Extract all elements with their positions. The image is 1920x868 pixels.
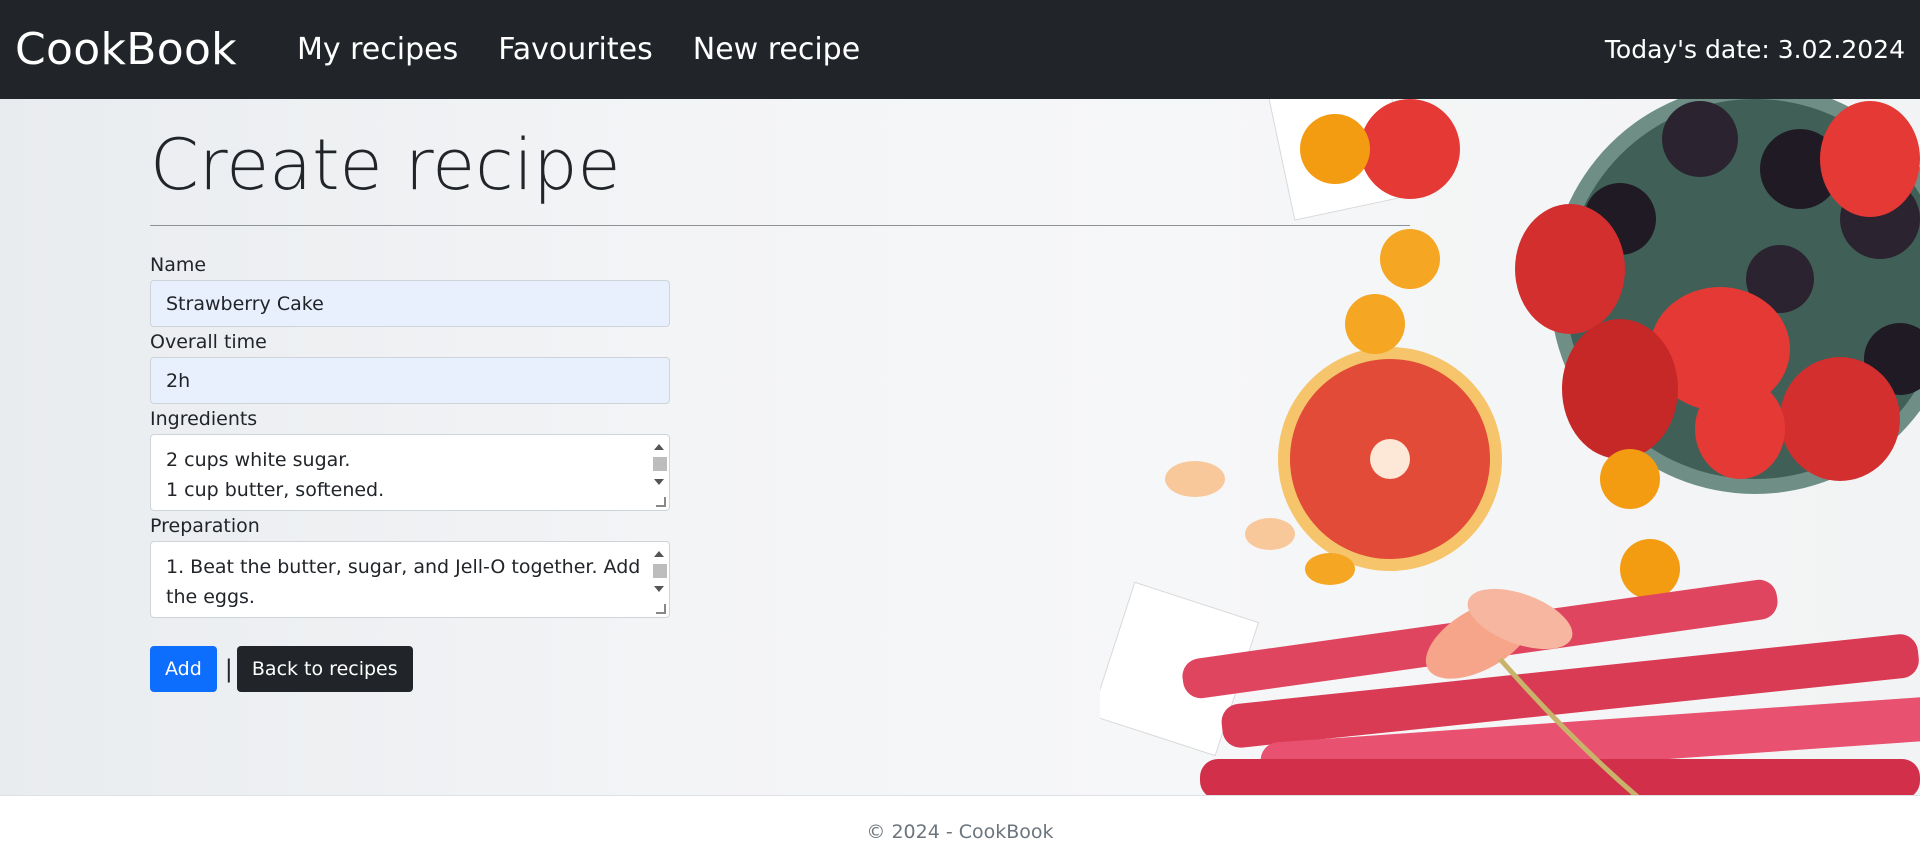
form-actions: Add | Back to recipes — [150, 646, 670, 692]
overall-time-input-value: 2h — [166, 369, 191, 392]
scroll-up-arrow-icon[interactable] — [654, 444, 664, 450]
nav-link-favourites[interactable]: Favourites — [478, 32, 673, 67]
top-navbar: CookBook My recipes Favourites New recip… — [0, 0, 1920, 99]
preparation-scrollbar[interactable] — [651, 546, 667, 606]
preparation-line: the eggs. — [166, 586, 255, 608]
name-input[interactable]: Strawberry Cake — [150, 280, 670, 327]
page-title: Create recipe — [150, 124, 621, 206]
todays-date: Today's date: 3.02.2024 — [1604, 35, 1905, 64]
nav-link-new-recipe[interactable]: New recipe — [673, 32, 880, 67]
preparation-label: Preparation — [150, 515, 260, 537]
scroll-up-arrow-icon[interactable] — [654, 551, 664, 557]
footer-copyright: © 2024 - CookBook — [866, 821, 1054, 843]
create-recipe-form: Name Strawberry Cake Overall time 2h Ing… — [150, 252, 670, 692]
hero-background: Create recipe Name Strawberry Cake Overa… — [0, 99, 1920, 795]
preparation-textarea[interactable]: 1. Beat the butter, sugar, and Jell-O to… — [150, 541, 670, 618]
ingredients-textarea[interactable]: 2 cups white sugar. 1 cup butter, soften… — [150, 434, 670, 511]
ingredients-line: 1 cup butter, softened. — [166, 479, 385, 501]
scroll-down-arrow-icon[interactable] — [654, 586, 664, 592]
overall-time-label: Overall time — [150, 331, 267, 353]
back-to-recipes-button[interactable]: Back to recipes — [236, 646, 413, 692]
brand-logo-link[interactable]: CookBook — [15, 24, 237, 75]
preparation-line: 1. Beat the butter, sugar, and Jell-O to… — [166, 556, 641, 578]
scroll-down-arrow-icon[interactable] — [654, 479, 664, 485]
nav-link-my-recipes[interactable]: My recipes — [277, 32, 478, 67]
ingredients-label: Ingredients — [150, 408, 258, 430]
scroll-thumb[interactable] — [653, 564, 667, 578]
footer: © 2024 - CookBook — [0, 795, 1920, 868]
button-separator: | — [224, 655, 233, 683]
ingredients-line: 2 cups white sugar. — [166, 449, 351, 471]
resize-grip-icon[interactable] — [656, 497, 666, 507]
main-container: Create recipe Name Strawberry Cake Overa… — [150, 99, 1410, 692]
overall-time-input[interactable]: 2h — [150, 357, 670, 404]
scroll-thumb[interactable] — [653, 457, 667, 471]
title-divider — [150, 225, 1410, 226]
name-label: Name — [150, 254, 207, 276]
name-input-value: Strawberry Cake — [166, 292, 324, 315]
add-button[interactable]: Add — [150, 646, 217, 692]
nav-links: My recipes Favourites New recipe — [277, 32, 880, 67]
ingredients-scrollbar[interactable] — [651, 439, 667, 499]
resize-grip-icon[interactable] — [656, 604, 666, 614]
